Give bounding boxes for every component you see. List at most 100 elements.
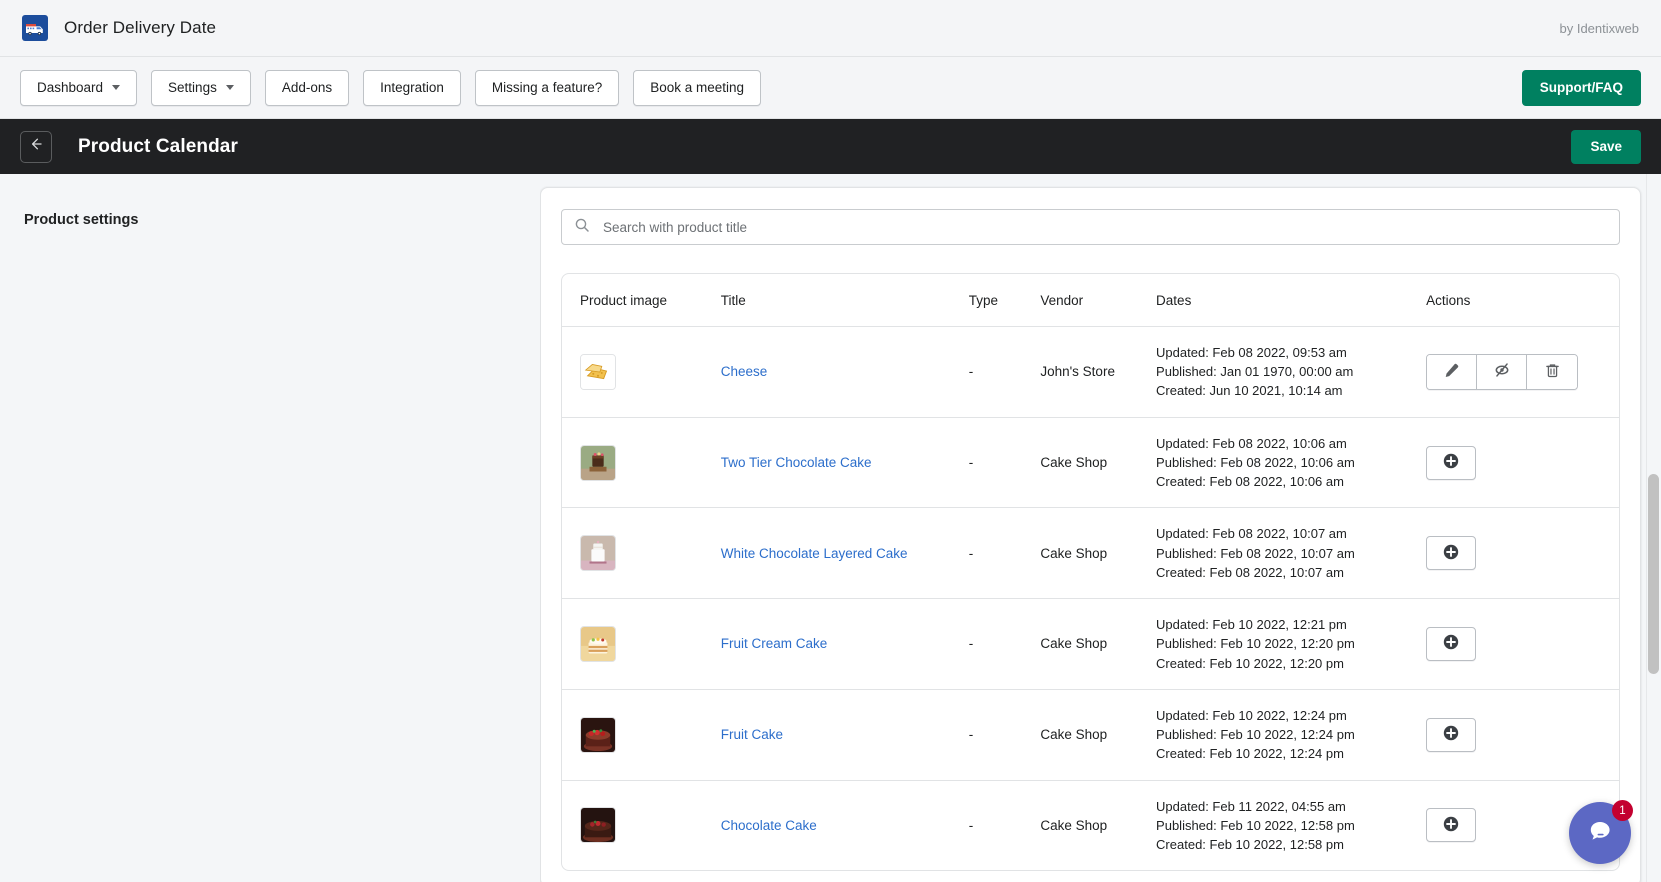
cell-dates: Updated: Feb 10 2022, 12:21 pm Published… [1156, 599, 1426, 690]
left-settings-panel: Product settings [0, 174, 540, 882]
cell-type: - [969, 689, 1041, 780]
product-title-link[interactable]: Two Tier Chocolate Cake [721, 455, 872, 470]
page-scrollbar-track[interactable] [1646, 174, 1661, 882]
cell-dates: Updated: Feb 08 2022, 09:53 am Published… [1156, 327, 1426, 418]
column-header-product-image: Product image [562, 274, 721, 327]
product-title-link[interactable]: White Chocolate Layered Cake [721, 546, 908, 561]
cell-vendor: Cake Shop [1040, 417, 1156, 508]
edit-button[interactable] [1427, 354, 1478, 389]
products-table-element: Product image Title Type Vendor Dates Ac… [562, 274, 1619, 870]
cell-product-image [562, 780, 721, 870]
delivery-truck-calendar-icon [22, 15, 48, 41]
date-updated: Updated: Feb 10 2022, 12:21 pm [1156, 617, 1347, 633]
add-button[interactable] [1426, 445, 1477, 480]
nav-item-dashboard[interactable]: Dashboard [20, 69, 138, 106]
table-row: Fruit Cake - Cake Shop Updated: Feb 10 2… [562, 689, 1619, 781]
add-button[interactable] [1426, 717, 1477, 752]
vendor-value: Cake Shop [1040, 817, 1108, 833]
nav-item-missing-a-feature[interactable]: Missing a feature? [474, 69, 620, 106]
support-faq-label: Support/FAQ [1539, 80, 1623, 95]
date-published: Published: Feb 10 2022, 12:20 pm [1156, 636, 1355, 652]
save-button[interactable]: Save [1571, 129, 1641, 164]
nav-item-label: Book a meeting [650, 80, 745, 95]
right-panel: Product image Title Type Vendor Dates Ac… [540, 174, 1661, 882]
products-table: Product image Title Type Vendor Dates Ac… [561, 273, 1620, 872]
nav-item-label: Integration [380, 80, 444, 95]
table-head: Product image Title Type Vendor Dates Ac… [562, 274, 1619, 327]
add-button[interactable] [1426, 626, 1477, 661]
cell-vendor: John's Store [1040, 327, 1156, 418]
add-button[interactable] [1426, 808, 1477, 843]
delete-button[interactable] [1527, 354, 1578, 389]
table-row: Cheese - John's Store Updated: Feb 08 20… [562, 327, 1619, 418]
table-row: Fruit Cream Cake - Cake Shop Updated: Fe… [562, 599, 1619, 690]
nav-item-book-a-meeting[interactable]: Book a meeting [633, 69, 762, 106]
cell-type: - [969, 599, 1041, 690]
save-button-label: Save [1590, 139, 1622, 154]
plus-circle-icon [1442, 543, 1460, 564]
table-header-row: Product image Title Type Vendor Dates Ac… [562, 274, 1619, 327]
cell-product-image [562, 508, 721, 599]
product-title-link[interactable]: Fruit Cake [721, 727, 783, 742]
nav-item-label: Missing a feature? [491, 80, 603, 95]
fruit-cake-thumbnail [580, 716, 616, 753]
vendor-value: Cake Shop [1040, 727, 1108, 743]
support-faq-button[interactable]: Support/FAQ [1521, 69, 1641, 106]
column-header-vendor: Vendor [1040, 274, 1157, 327]
date-created: Created: Feb 10 2022, 12:20 pm [1156, 655, 1344, 671]
two-tier-chocolate-cake-thumbnail [580, 444, 616, 481]
nav-item-integration[interactable]: Integration [363, 69, 461, 106]
vendor-value: John's Store [1040, 364, 1115, 380]
fruit-cream-cake-thumbnail [580, 625, 616, 662]
table-body: Cheese - John's Store Updated: Feb 08 20… [562, 327, 1619, 871]
vendor-byline: by Identixweb [1559, 20, 1640, 36]
plus-circle-icon [1442, 452, 1460, 473]
trash-icon [1544, 362, 1561, 382]
product-title-link[interactable]: Cheese [721, 364, 768, 379]
app-bar: Order Delivery Date by Identixweb [0, 0, 1661, 57]
date-published: Published: Feb 08 2022, 10:07 am [1156, 545, 1355, 561]
cell-vendor: Cake Shop [1040, 689, 1156, 780]
add-button[interactable] [1426, 536, 1477, 571]
table-row: Chocolate Cake - Cake Shop Updated: Feb … [562, 780, 1619, 870]
cell-actions [1426, 327, 1619, 418]
cell-title: Two Tier Chocolate Cake [721, 417, 969, 508]
action-button-group [1426, 353, 1579, 390]
arrow-left-icon [28, 136, 44, 157]
nav-item-label: Settings [168, 80, 217, 95]
page-scrollbar-thumb[interactable] [1648, 474, 1659, 674]
cell-title: Fruit Cream Cake [721, 599, 969, 690]
chevron-down-icon [112, 85, 121, 90]
plus-circle-icon [1442, 633, 1460, 654]
date-updated: Updated: Feb 10 2022, 12:24 pm [1156, 707, 1347, 723]
cell-actions [1426, 599, 1619, 690]
chevron-down-icon [225, 85, 234, 90]
product-settings-heading: Product settings [24, 212, 139, 228]
cell-title: Cheese [721, 327, 969, 418]
search-bar[interactable] [561, 209, 1620, 245]
nav-item-add-ons[interactable]: Add-ons [264, 69, 350, 106]
eye-off-icon [1493, 361, 1511, 382]
cell-actions [1426, 508, 1619, 599]
page-header: Product Calendar Save [0, 119, 1661, 174]
cell-vendor: Cake Shop [1040, 780, 1156, 870]
vendor-value: Cake Shop [1040, 455, 1108, 471]
type-value: - [968, 817, 974, 833]
type-value: - [968, 727, 974, 743]
search-input[interactable] [601, 218, 1607, 236]
chocolate-cake-thumbnail [580, 807, 616, 844]
page-title: Product Calendar [78, 135, 238, 157]
table-row: Two Tier Chocolate Cake - Cake Shop Upda… [562, 417, 1619, 508]
cell-dates: Updated: Feb 10 2022, 12:24 pm Published… [1156, 689, 1426, 780]
column-header-title: Title [720, 274, 969, 327]
hide-button[interactable] [1477, 354, 1528, 389]
column-header-dates: Dates [1156, 274, 1427, 327]
product-title-link[interactable]: Chocolate Cake [721, 818, 817, 833]
product-title-link[interactable]: Fruit Cream Cake [721, 636, 828, 651]
search-icon [574, 217, 590, 238]
cell-title: Fruit Cake [721, 689, 969, 780]
nav-item-settings[interactable]: Settings [151, 69, 251, 106]
date-published: Published: Feb 10 2022, 12:24 pm [1156, 727, 1355, 743]
cell-actions [1426, 417, 1619, 508]
back-button[interactable] [20, 130, 52, 163]
